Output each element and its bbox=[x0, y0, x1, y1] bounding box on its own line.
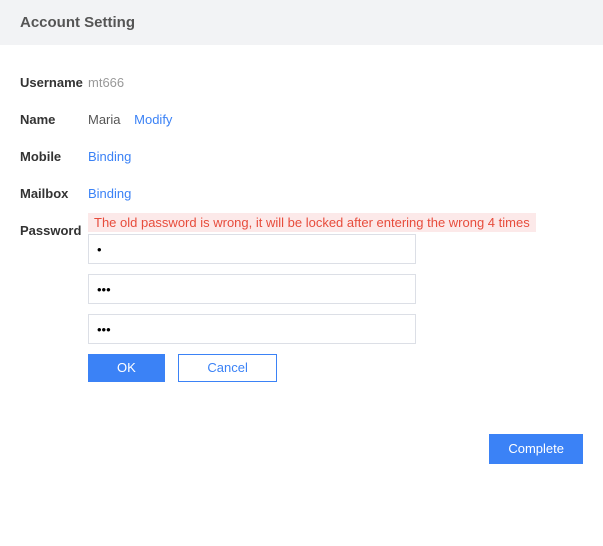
cancel-button[interactable]: Cancel bbox=[178, 354, 276, 382]
value-username: mt666 bbox=[88, 75, 124, 90]
password-error-message: The old password is wrong, it will be lo… bbox=[88, 213, 536, 232]
modify-name-link[interactable]: Modify bbox=[134, 112, 172, 127]
label-mobile: Mobile bbox=[20, 149, 88, 164]
ok-button[interactable]: OK bbox=[88, 354, 165, 382]
row-username: Username mt666 bbox=[20, 75, 583, 90]
page-title: Account Setting bbox=[20, 14, 135, 31]
value-name: Maria bbox=[88, 112, 121, 127]
complete-button[interactable]: Complete bbox=[489, 434, 583, 464]
row-mobile: Mobile Binding bbox=[20, 149, 583, 164]
settings-form: Username mt666 Name Maria Modify Mobile … bbox=[0, 45, 603, 424]
row-mailbox: Mailbox Binding bbox=[20, 186, 583, 201]
bind-mailbox-link[interactable]: Binding bbox=[88, 186, 131, 201]
label-username: Username bbox=[20, 75, 88, 90]
confirm-password-input[interactable] bbox=[88, 314, 416, 344]
label-mailbox: Mailbox bbox=[20, 186, 88, 201]
row-name: Name Maria Modify bbox=[20, 112, 583, 127]
bind-mobile-link[interactable]: Binding bbox=[88, 149, 131, 164]
label-name: Name bbox=[20, 112, 88, 127]
page-header: Account Setting bbox=[0, 0, 603, 45]
new-password-input[interactable] bbox=[88, 274, 416, 304]
footer: Complete bbox=[0, 424, 603, 480]
label-password: Password bbox=[20, 213, 88, 238]
old-password-input[interactable] bbox=[88, 234, 416, 264]
row-password: Password The old password is wrong, it w… bbox=[20, 213, 583, 382]
